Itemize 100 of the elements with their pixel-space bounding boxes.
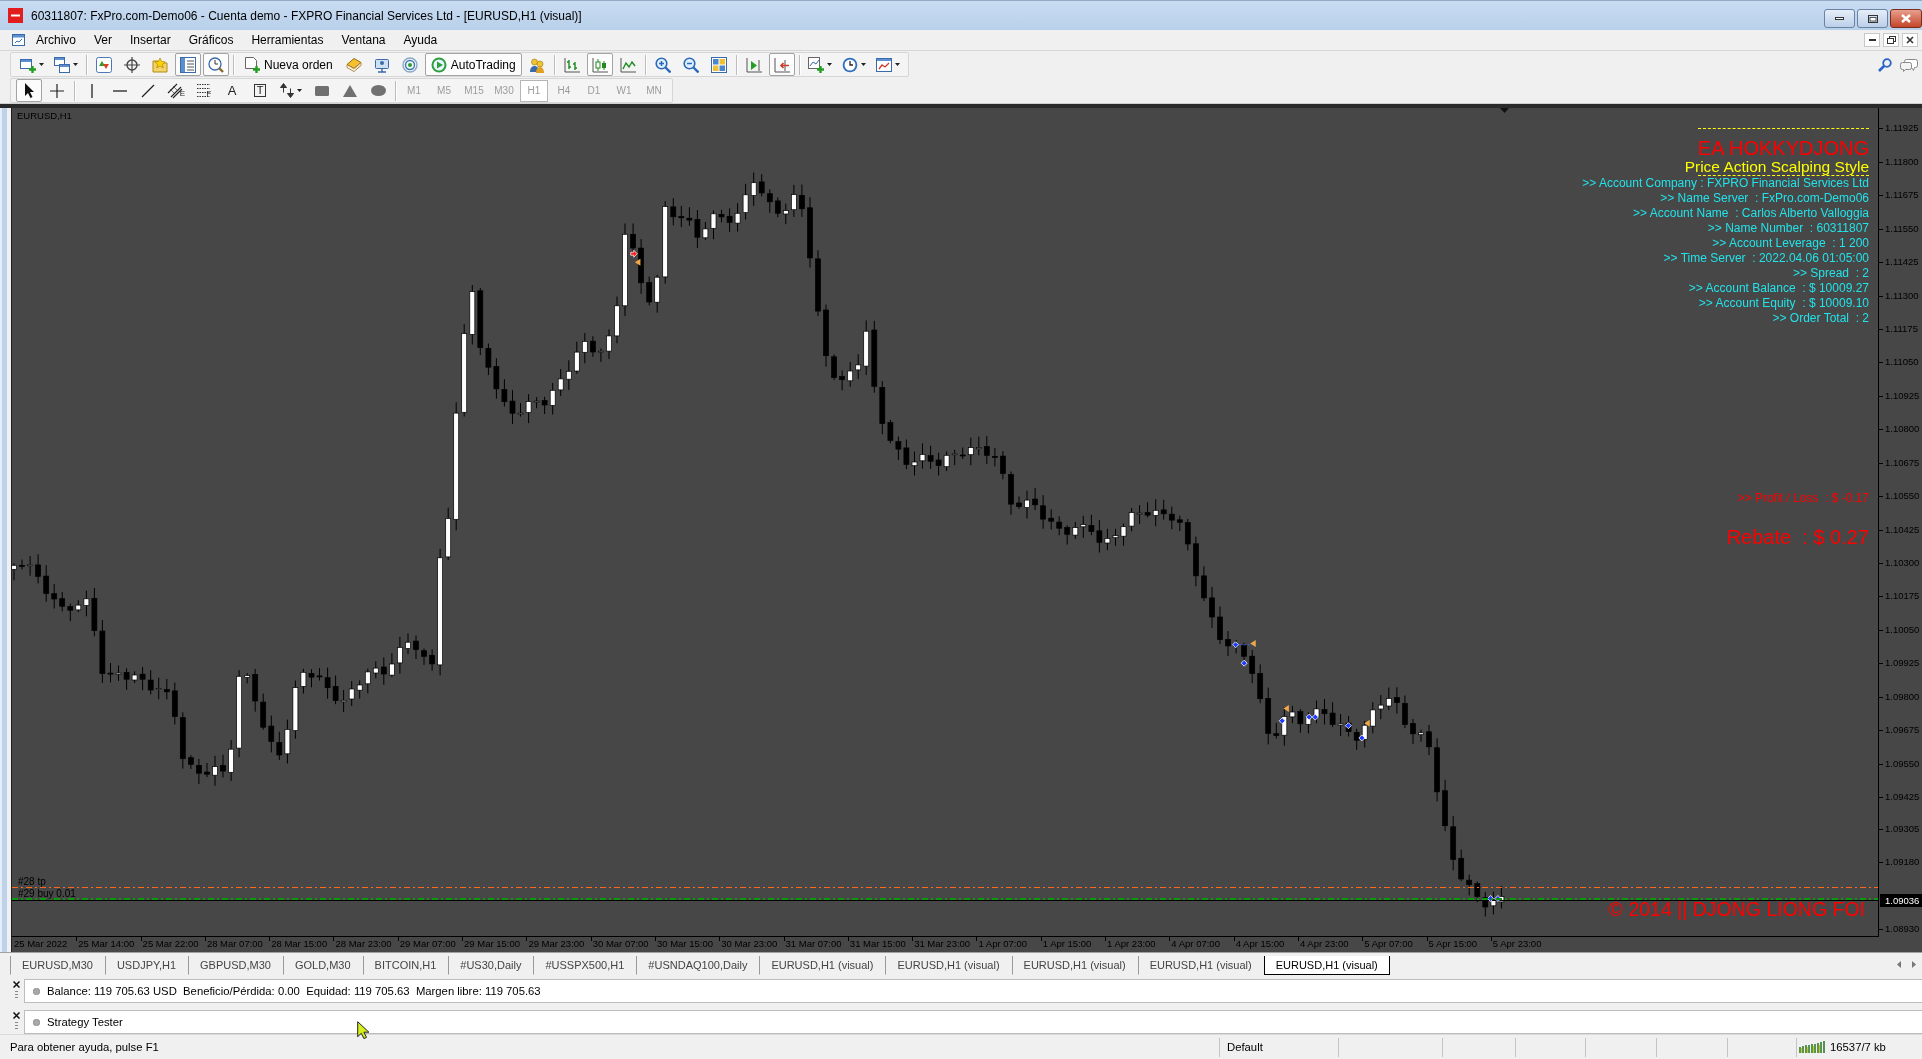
menu-item[interactable]: Insertar bbox=[121, 30, 180, 50]
time-label: 28 Mar 23:00 bbox=[335, 937, 392, 951]
cursor-icon bbox=[24, 83, 34, 98]
mouse-pointer-icon bbox=[357, 1021, 370, 1039]
maximize-icon bbox=[1867, 14, 1878, 23]
people-icon bbox=[528, 56, 545, 73]
price-label: 1.10175 bbox=[1885, 590, 1920, 602]
close-button[interactable] bbox=[12, 1012, 20, 1019]
chart-tab[interactable]: #USNDAQ100,Daily bbox=[636, 956, 760, 975]
time-label: 29 Mar 15:00 bbox=[464, 937, 521, 951]
list-window-icon bbox=[180, 56, 196, 73]
time-label: 31 Mar 23:00 bbox=[914, 937, 971, 951]
menu-item[interactable]: Ayuda bbox=[394, 30, 447, 50]
menu-item[interactable]: Ver bbox=[85, 30, 122, 50]
scroll-left-button[interactable] bbox=[1897, 961, 1901, 968]
restore-button[interactable] bbox=[1883, 33, 1899, 47]
ellipse-icon bbox=[370, 85, 386, 96]
maximize-button[interactable] bbox=[1857, 9, 1888, 28]
account-info-text: >> Account Company : FXPRO Financial Services Ltd bbox=[1582, 176, 1869, 191]
caret-icon bbox=[297, 89, 302, 92]
search-button[interactable] bbox=[1878, 57, 1892, 72]
expert-subtitle: Price Action Scalping Style bbox=[1684, 158, 1869, 175]
account-info-text: >> Time Server : 2022.04.06 01:05:00 bbox=[1663, 251, 1869, 266]
vertical-line-icon bbox=[91, 83, 93, 98]
chart-tab[interactable]: EURUSD,H1 (visual) bbox=[1137, 956, 1264, 975]
chat-button[interactable] bbox=[1900, 57, 1918, 72]
minimize-icon bbox=[1868, 39, 1876, 41]
chart-tab[interactable]: GOLD,M30 bbox=[282, 956, 363, 975]
caret-icon bbox=[860, 63, 866, 66]
minimize-button[interactable] bbox=[1824, 9, 1855, 28]
time-label: 29 Mar 23:00 bbox=[528, 937, 585, 951]
price-label: 1.11050 bbox=[1885, 356, 1919, 368]
order-label: #29 buy 0.01 bbox=[18, 888, 76, 899]
text-tool-button[interactable]: A bbox=[219, 79, 245, 102]
time-label: 30 Mar 15:00 bbox=[656, 937, 713, 951]
scroll-right-button[interactable] bbox=[1912, 961, 1916, 968]
chart-tab[interactable]: GBPUSD,M30 bbox=[188, 956, 283, 975]
toolbar-button[interactable]: Nueva orden bbox=[238, 53, 339, 76]
chart-tab[interactable]: #US30,Daily bbox=[448, 956, 534, 975]
chart-tab[interactable]: EURUSD,H1 (visual) bbox=[759, 956, 886, 975]
target-icon bbox=[124, 56, 140, 73]
zoom-out-icon bbox=[682, 56, 699, 73]
price-label: 1.09180 bbox=[1885, 856, 1920, 868]
connection-bars-icon bbox=[1799, 1041, 1826, 1053]
status-text: Para obtener ayuda, pulse F1 bbox=[10, 1041, 159, 1053]
chart-tab[interactable]: EURUSD,H1 (visual) bbox=[885, 956, 1012, 975]
window-plus-icon bbox=[20, 56, 36, 73]
price-label: 1.09675 bbox=[1885, 724, 1920, 736]
chart-tab[interactable]: #USSPX500,H1 bbox=[533, 956, 637, 975]
minimize-button[interactable] bbox=[1864, 33, 1880, 47]
document-plus-icon bbox=[244, 56, 260, 73]
arrows-icon bbox=[280, 83, 294, 98]
window-title: 60311807: FxPro.com-Demo06 - Cuenta demo - FXPRO Financial Services Ltd - [EURUSD,H1 (visual)] bbox=[31, 8, 583, 23]
toolbar-button[interactable]: E bbox=[163, 79, 189, 102]
price-label: 1.09305 bbox=[1885, 823, 1920, 834]
price-label: 1.11175 bbox=[1885, 322, 1918, 334]
caret-icon bbox=[826, 63, 832, 66]
account-info-text: >> Account Name : Carlos Alberto Valloggia bbox=[1633, 206, 1869, 221]
price-label: 1.11925 bbox=[1885, 122, 1919, 134]
traffic-text: 16537/7 kb bbox=[1830, 1041, 1886, 1053]
tile-windows-icon bbox=[710, 56, 727, 73]
menu-item[interactable]: Archivo bbox=[27, 30, 85, 50]
toolbar-button[interactable] bbox=[16, 79, 42, 102]
chart-tab[interactable]: BITCOIN,H1 bbox=[362, 956, 449, 975]
profit-loss-text: >> Profit / Loss : $ -0.17 bbox=[1737, 491, 1869, 506]
expert-title: EA HOKKYDJONG bbox=[1697, 138, 1869, 158]
toolbar-button[interactable]: AutoTrading bbox=[424, 53, 522, 76]
close-button[interactable] bbox=[12, 981, 20, 988]
menu-item[interactable]: Gráficos bbox=[179, 30, 243, 50]
close-button[interactable] bbox=[1890, 9, 1922, 28]
time-label: 31 Mar 15:00 bbox=[849, 937, 906, 951]
price-label: 1.09800 bbox=[1885, 690, 1920, 702]
price-label: 1.10800 bbox=[1885, 423, 1920, 435]
fibonacci-icon bbox=[196, 84, 210, 97]
price-label: 1.11675 bbox=[1885, 189, 1919, 201]
current-price-label: 1.09036 bbox=[1880, 894, 1922, 907]
rectangle-icon bbox=[315, 85, 329, 96]
time-label: 5 Apr 23:00 bbox=[1492, 937, 1542, 951]
account-summary: Balance: 119 705.63 USD Beneficio/Pérdida: 0.00 Equidad: 119 705.63 Margen libre: 119 705.63 bbox=[47, 985, 541, 997]
panel-title: Strategy Tester bbox=[47, 1016, 123, 1028]
caret-icon bbox=[39, 63, 44, 66]
price-label: 1.09925 bbox=[1885, 657, 1920, 669]
chart-window-icon bbox=[875, 56, 892, 73]
horizontal-line-icon bbox=[113, 89, 127, 92]
account-info-text: >> Spread : 2 bbox=[1792, 266, 1869, 281]
time-label: 1 Apr 15:00 bbox=[1042, 937, 1092, 951]
price-label: 1.11425 bbox=[1885, 256, 1919, 267]
toolbar-button[interactable]: F bbox=[191, 79, 217, 102]
menu-item[interactable]: Herramientas bbox=[242, 30, 333, 50]
rebate-text: Rebate : $ 0.27 bbox=[1726, 525, 1869, 549]
menu-item[interactable]: Ventana bbox=[332, 30, 395, 50]
channel-icon bbox=[166, 82, 183, 99]
chart-tab[interactable]: EURUSD,H1 (visual) bbox=[1011, 956, 1138, 975]
triangle-icon bbox=[343, 84, 357, 97]
chart-tab[interactable]: USDJPY,H1 bbox=[104, 956, 188, 975]
caret-left-icon bbox=[1897, 961, 1901, 968]
chart-tab[interactable]: EURUSD,H1 (visual) bbox=[1263, 956, 1390, 975]
child-window-icon bbox=[12, 34, 25, 46]
text-label-tool-button[interactable]: T bbox=[247, 79, 273, 102]
chart-tab[interactable]: EURUSD,M30 bbox=[10, 956, 105, 975]
